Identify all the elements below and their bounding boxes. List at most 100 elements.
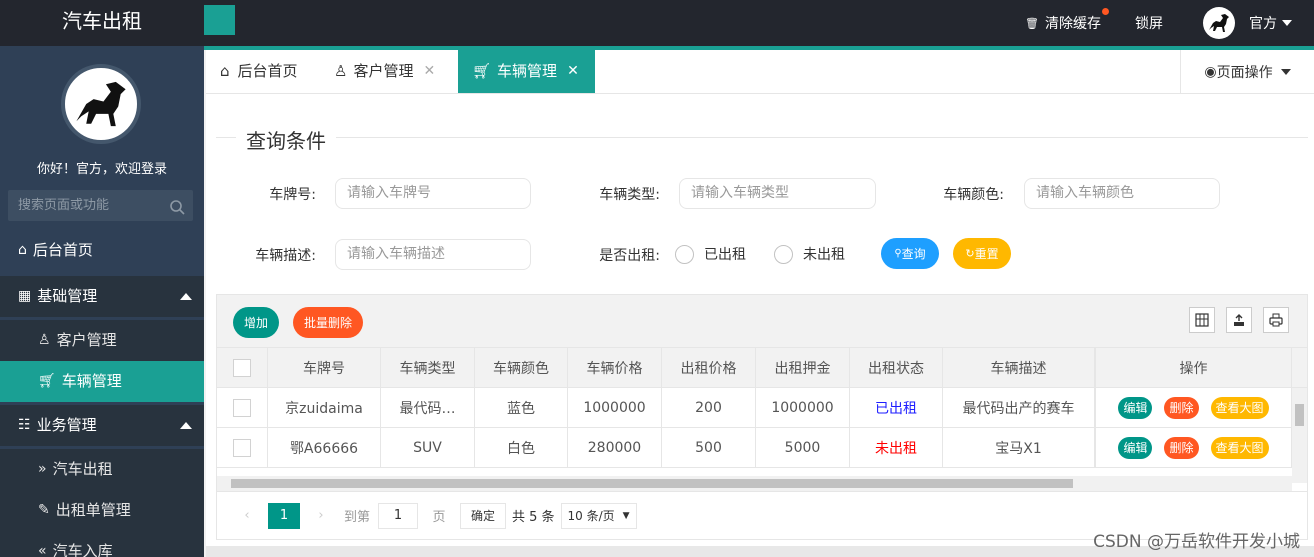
chevron-down-icon — [1282, 20, 1292, 26]
color-input[interactable]: 请输入车辆颜色 — [1024, 178, 1220, 209]
double-right-icon: » — [38, 461, 47, 477]
page-operations-label: 页面操作 — [1216, 64, 1273, 81]
clear-cache-label: 清除缓存 — [1045, 16, 1101, 32]
status-cell: 已出租 — [850, 388, 943, 427]
sidebar-item-vehicles[interactable]: 🛒︎ 车辆管理 — [0, 361, 204, 402]
user-name: 官方 — [1249, 16, 1277, 32]
row-checkbox[interactable] — [233, 438, 251, 457]
sidebar-item-rental-orders[interactable]: ✎ 出租单管理 — [0, 490, 204, 531]
list-icon: ☷ — [18, 417, 31, 433]
trash-icon: 🗑 — [1025, 16, 1039, 30]
row-checkbox[interactable] — [233, 398, 251, 417]
export-icon[interactable] — [1226, 307, 1252, 333]
desc-cell: 最代码出产的赛车 — [943, 388, 1095, 427]
radio-rented[interactable]: 已出租 — [675, 244, 746, 264]
user-avatar — [1203, 7, 1235, 39]
page-operations-button[interactable]: ◉ 页面操作 — [1180, 50, 1314, 93]
user-menu[interactable]: 官方 — [1203, 7, 1292, 39]
close-icon[interactable]: ✕ — [567, 50, 579, 93]
search-icon — [170, 196, 185, 227]
radio-circle — [675, 244, 694, 264]
goto-confirm-button[interactable]: 确定 — [460, 502, 506, 529]
prev-page-icon[interactable]: ‹ — [232, 503, 262, 529]
row-select-cell — [217, 388, 268, 427]
chevron-up-icon — [180, 293, 192, 300]
page-1-button[interactable]: 1 — [268, 502, 300, 529]
scroll-thumb[interactable] — [231, 479, 1073, 488]
tab-customers[interactable]: ♙ 客户管理 ✕ — [334, 50, 444, 93]
sidebar-group-basic[interactable]: ▦ 基础管理 — [0, 276, 204, 317]
plate-cell: 京zuidaima — [268, 388, 381, 427]
vertical-scrollbar[interactable] — [1292, 388, 1307, 483]
type-cell: 最代码… — [381, 388, 475, 427]
page-size-select[interactable]: 10 条/页 ▼ — [560, 502, 637, 529]
sidebar-group-business[interactable]: ☷ 业务管理 — [0, 405, 204, 446]
sidebar-item-rent-car[interactable]: » 汽车出租 — [0, 449, 204, 490]
column-header[interactable]: 车辆类型 — [381, 348, 475, 387]
table-toolbar: 增加 批量删除 — [217, 295, 1307, 348]
sidebar-toggle-button[interactable] — [204, 5, 235, 35]
column-header[interactable]: 车牌号 — [268, 348, 381, 387]
fieldset-line — [216, 137, 1308, 138]
edit-button[interactable]: 编辑 — [1118, 436, 1153, 459]
close-icon[interactable]: ✕ — [423, 50, 435, 93]
lock-screen-button[interactable]: 锁屏 — [1135, 13, 1163, 33]
radio-not-rented[interactable]: 未出租 — [774, 244, 845, 264]
radio-not-rented-label: 未出租 — [803, 247, 845, 263]
scroll-thumb[interactable] — [1295, 404, 1304, 426]
sidebar-item-customers[interactable]: ♙ 客户管理 — [0, 320, 204, 361]
column-header[interactable]: 车辆颜色 — [475, 348, 568, 387]
clear-cache-button[interactable]: 🗑 清除缓存 — [1025, 8, 1109, 33]
tab-label: 车辆管理 — [497, 62, 558, 80]
chevron-down-icon: ▼ — [622, 510, 630, 521]
radio-rented-label: 已出租 — [704, 247, 746, 263]
edit-button[interactable]: 编辑 — [1118, 396, 1153, 419]
add-button[interactable]: 增加 — [233, 307, 279, 338]
search-button[interactable]: ⚲ 查询 — [881, 238, 939, 269]
color-cell: 白色 — [475, 428, 568, 467]
select-all-checkbox[interactable] — [233, 358, 251, 377]
batch-delete-button[interactable]: 批量删除 — [293, 307, 363, 338]
horizontal-scrollbar[interactable] — [217, 476, 1292, 491]
sidebar-item-car-checkin[interactable]: « 汽车入库 — [0, 531, 204, 557]
welcome-text: 你好！官方，欢迎登录 — [36, 162, 167, 177]
columns-icon[interactable] — [1189, 307, 1215, 333]
home-icon: ⌂ — [220, 62, 230, 80]
view-image-button[interactable]: 查看大图 — [1210, 396, 1269, 419]
plate-input[interactable]: 请输入车牌号 — [335, 178, 531, 209]
tab-home[interactable]: ⌂ 后台首页 — [220, 50, 320, 93]
delete-button[interactable]: 删除 — [1164, 436, 1199, 459]
query-legend: 查询条件 — [236, 125, 336, 154]
goto-page-input[interactable]: 1 — [378, 502, 418, 529]
select-all-cell — [217, 348, 268, 387]
top-bar: 汽车出租 🗑 清除缓存 锁屏 官方 — [0, 0, 1314, 46]
desc-input[interactable]: 请输入车辆描述 — [335, 239, 531, 270]
reset-button[interactable]: ↻ 重置 — [953, 238, 1011, 269]
tab-vehicles[interactable]: 🛒︎ 车辆管理 ✕ — [458, 50, 595, 93]
sidebar-search-input[interactable]: 搜索页面或功能 — [8, 190, 193, 221]
row-select-cell — [217, 428, 268, 467]
view-image-button[interactable]: 查看大图 — [1210, 436, 1269, 459]
column-header[interactable]: 车辆价格 — [568, 348, 662, 387]
lock-screen-label: 锁屏 — [1135, 16, 1163, 32]
print-icon[interactable] — [1263, 307, 1289, 333]
home-icon: ⌂ — [18, 242, 27, 258]
horse-logo-icon — [76, 81, 126, 127]
total-count: 共 5 条 — [512, 510, 555, 525]
plate-label: 车牌号: — [269, 187, 316, 203]
tab-label: 后台首页 — [237, 62, 298, 80]
refresh-icon: ↻ — [965, 247, 975, 260]
column-header[interactable]: 出租押金 — [756, 348, 850, 387]
sidebar-item-label: 出租单管理 — [55, 501, 131, 519]
deposit-cell: 5000 — [756, 428, 850, 467]
column-header[interactable]: 出租价格 — [662, 348, 756, 387]
column-header[interactable]: 车辆描述 — [943, 348, 1095, 387]
cart-icon: 🛒︎ — [38, 373, 56, 389]
delete-button[interactable]: 删除 — [1164, 396, 1199, 419]
type-input[interactable]: 请输入车辆类型 — [679, 178, 876, 209]
column-header[interactable]: 出租状态 — [850, 348, 943, 387]
desc-label: 车辆描述: — [255, 248, 316, 264]
radio-circle — [774, 244, 793, 264]
next-page-icon[interactable]: › — [306, 503, 336, 529]
sidebar-item-home[interactable]: ⌂ 后台首页 — [0, 230, 204, 271]
